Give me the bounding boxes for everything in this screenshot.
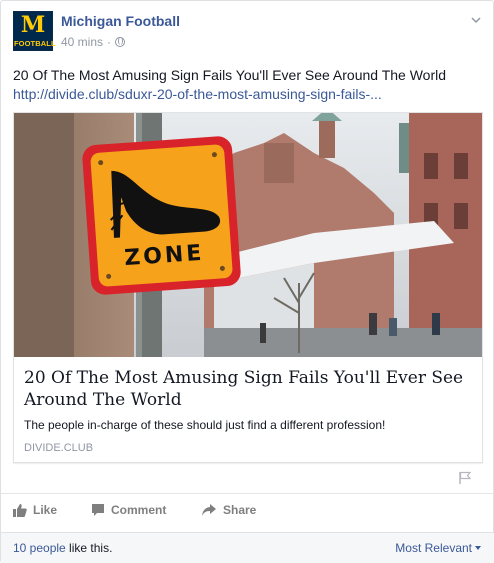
post-message: 20 Of The Most Amusing Sign Fails You'll…	[13, 67, 447, 83]
post-header: M FOOTBALL Michigan Football 40 mins ·	[13, 11, 483, 55]
page-avatar[interactable]: M FOOTBALL	[13, 11, 56, 51]
sign-photo: ZONE	[14, 113, 482, 357]
post-actions: Like Comment Share	[1, 493, 494, 531]
like-button[interactable]: Like	[13, 503, 57, 517]
shared-link-body: 20 Of The Most Amusing Sign Fails You'll…	[24, 367, 474, 454]
flag-icon[interactable]	[459, 471, 471, 485]
sort-dropdown[interactable]: Most Relevant	[395, 541, 481, 555]
share-button[interactable]: Share	[201, 503, 256, 517]
likes-summary: 10 people like this.	[13, 541, 112, 555]
shared-link-title[interactable]: 20 Of The Most Amusing Sign Fails You'll…	[24, 367, 474, 411]
likes-suffix: like this.	[65, 541, 113, 555]
avatar-logo-caption: FOOTBALL	[14, 39, 56, 48]
shared-link-image[interactable]: ZONE	[14, 113, 482, 357]
chevron-down-icon[interactable]	[471, 15, 481, 25]
comment-icon	[92, 504, 104, 516]
thumbs-up-icon	[13, 504, 27, 517]
share-label: Share	[223, 503, 257, 517]
shared-link-preview[interactable]: ZONE 20 Of The Most Amusing Sign Fails Y…	[13, 112, 483, 463]
likes-bar: 10 people like this. Most Relevant	[1, 532, 494, 563]
sort-label: Most Relevant	[395, 541, 472, 555]
like-label: Like	[33, 503, 58, 517]
post-link[interactable]: http://divide.club/sduxr-20-of-the-most-…	[13, 85, 483, 104]
shared-link-domain: DIVIDE.CLUB	[24, 442, 94, 454]
comment-button[interactable]: Comment	[91, 503, 166, 517]
likes-count-link[interactable]: 10 people	[13, 541, 66, 555]
comment-label: Comment	[111, 503, 167, 517]
globe-icon[interactable]	[115, 37, 126, 47]
shared-link-description: The people in-charge of these should jus…	[24, 418, 386, 432]
post-meta: 40 mins ·	[61, 35, 126, 49]
feed-post-card: M FOOTBALL Michigan Football 40 mins · 2…	[0, 0, 494, 563]
caret-down-icon	[475, 546, 481, 550]
page-name-link[interactable]: Michigan Football	[61, 13, 180, 29]
share-arrow-icon	[202, 504, 216, 516]
post-timestamp[interactable]: 40 mins	[61, 35, 103, 49]
meta-separator: ·	[107, 35, 112, 49]
avatar-logo-letter: M	[20, 12, 46, 38]
